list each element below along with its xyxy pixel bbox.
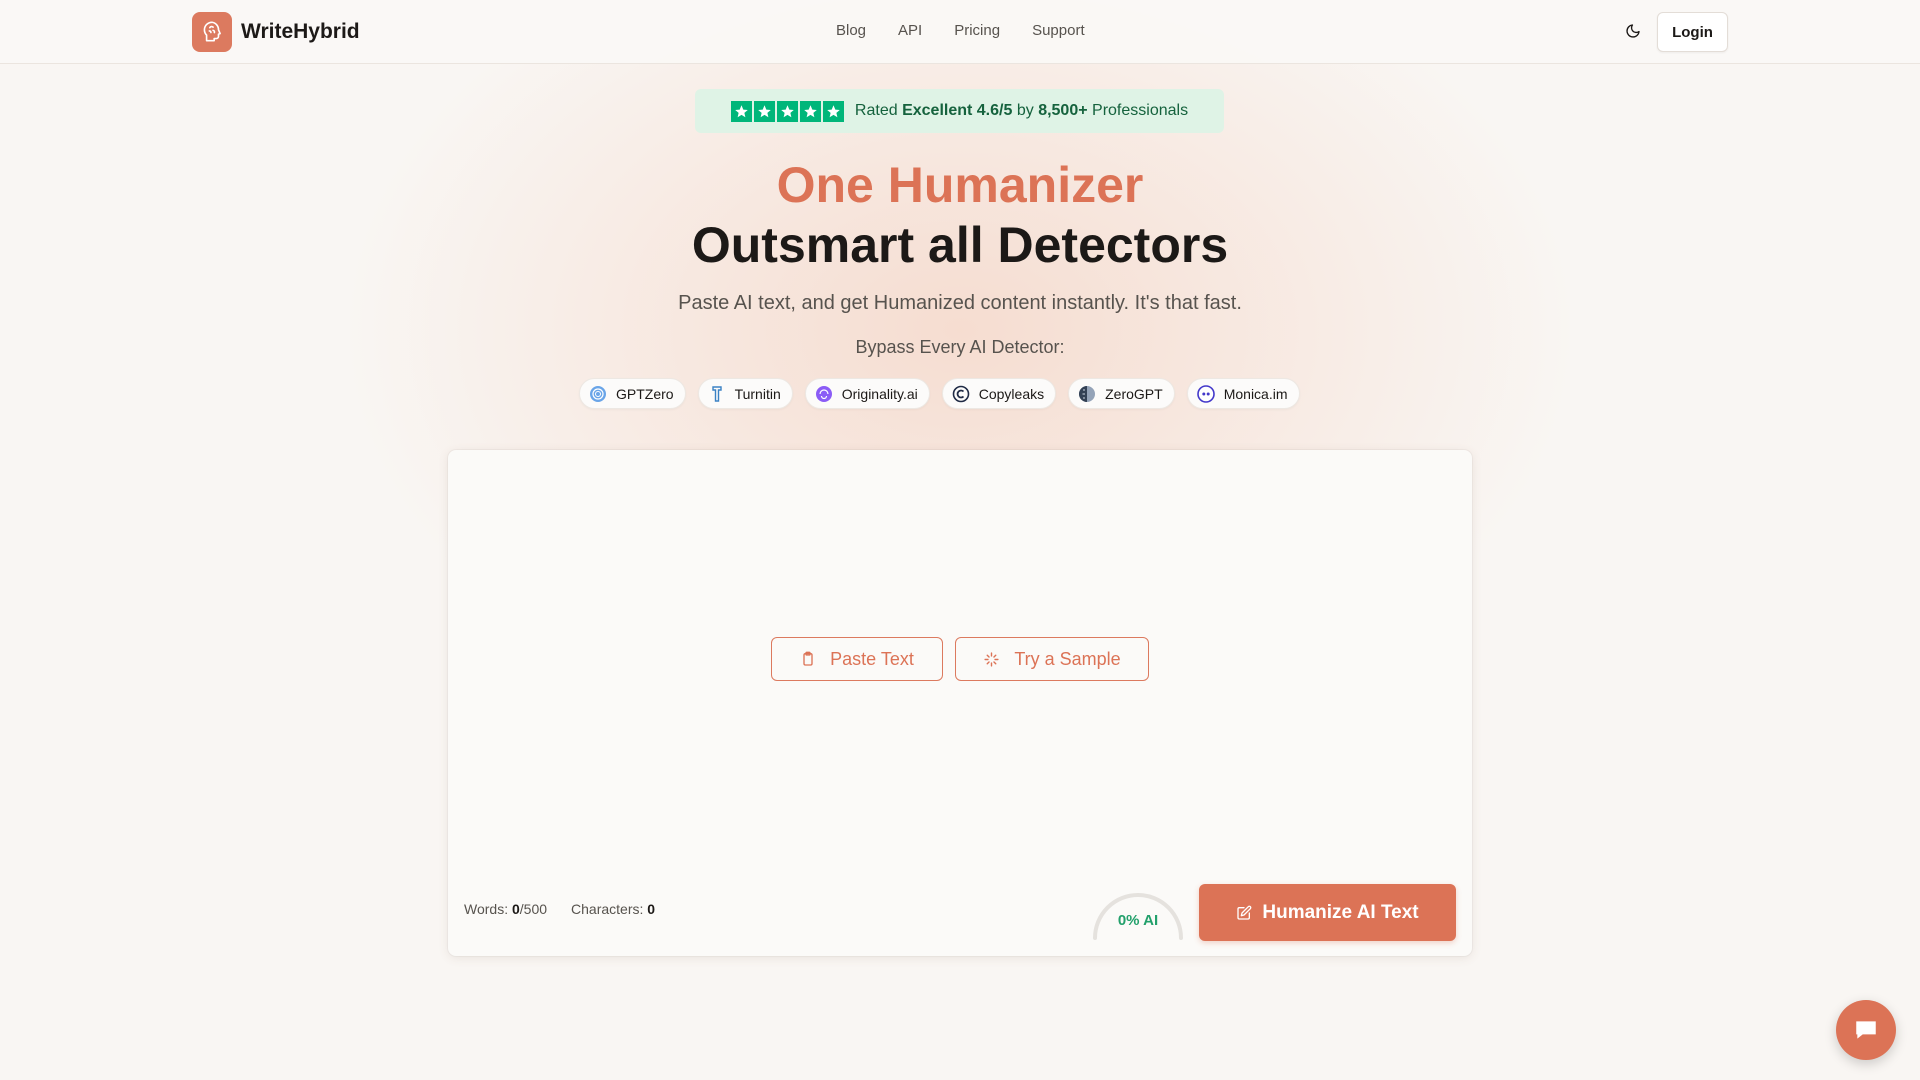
star-icon <box>799 100 821 122</box>
turnitin-icon <box>708 385 726 403</box>
rating-text: Rated Excellent 4.6/5 by 8,500+ Professi… <box>854 102 1189 119</box>
detector-list: GPTZero Turnitin Originality.ai Copyleak… <box>579 378 1300 409</box>
nav-blog[interactable]: Blog <box>836 22 866 39</box>
chat-button[interactable] <box>1836 1000 1896 1060</box>
editor-actions: Paste Text Try a Sample <box>771 637 1149 681</box>
word-count: Words: 0/500 <box>464 901 548 917</box>
moon-icon <box>1626 24 1640 38</box>
nav-pricing[interactable]: Pricing <box>954 22 1000 39</box>
ai-score-label: 0% AI <box>1117 912 1159 929</box>
detector-chip-originality: Originality.ai <box>804 378 930 409</box>
bypass-label: Bypass Every AI Detector: <box>855 337 1065 357</box>
detector-chip-gptzero: GPTZero <box>579 378 686 409</box>
chat-bubble-icon <box>1856 1021 1876 1039</box>
brain-head-icon <box>192 12 232 52</box>
star-icon <box>753 100 775 122</box>
star-icon <box>822 100 844 122</box>
zerogpt-icon <box>1078 385 1096 403</box>
brand-name: WriteHybrid <box>241 20 360 43</box>
text-counts: Words: 0/500 Characters: 0 <box>464 901 655 917</box>
hero-subtitle: Paste AI text, and get Humanized content… <box>678 292 1242 314</box>
detector-chip-monica: Monica.im <box>1186 378 1300 409</box>
theme-toggle-button[interactable] <box>1622 20 1644 42</box>
edit-icon <box>1237 905 1252 920</box>
editor-card[interactable]: Paste Text Try a Sample Words: 0/500 Cha… <box>448 450 1472 956</box>
humanize-button[interactable]: Humanize AI Text <box>1199 884 1456 941</box>
originality-icon <box>815 385 833 403</box>
site-header: WriteHybrid Blog API Pricing Support Log… <box>0 0 1920 64</box>
detector-chip-copyleaks: Copyleaks <box>941 378 1057 409</box>
star-rating <box>730 100 844 122</box>
nav-support[interactable]: Support <box>1032 22 1085 39</box>
hero-title-accent: One Humanizer <box>776 157 1144 213</box>
paste-text-button[interactable]: Paste Text <box>771 637 943 681</box>
clipboard-icon <box>803 651 813 666</box>
rating-badge: Rated Excellent 4.6/5 by 8,500+ Professi… <box>695 89 1224 133</box>
copyleaks-icon <box>952 385 970 403</box>
star-icon <box>730 100 752 122</box>
monica-icon <box>1196 384 1215 403</box>
star-icon <box>776 100 798 122</box>
detector-chip-turnitin: Turnitin <box>697 378 793 409</box>
gptzero-icon <box>589 385 607 403</box>
sparkle-icon <box>984 651 999 667</box>
nav-api[interactable]: API <box>898 22 922 39</box>
detector-chip-zerogpt: ZeroGPT <box>1068 378 1175 409</box>
character-count: Characters: 0 <box>571 901 656 917</box>
hero-title: Outsmart all Detectors <box>691 217 1229 273</box>
ai-score-gauge: 0% AI <box>1092 886 1184 942</box>
try-sample-button[interactable]: Try a Sample <box>955 637 1149 681</box>
login-button[interactable]: Login <box>1657 12 1728 52</box>
main-nav: Blog API Pricing Support <box>836 22 1085 39</box>
brand[interactable]: WriteHybrid <box>192 12 360 52</box>
